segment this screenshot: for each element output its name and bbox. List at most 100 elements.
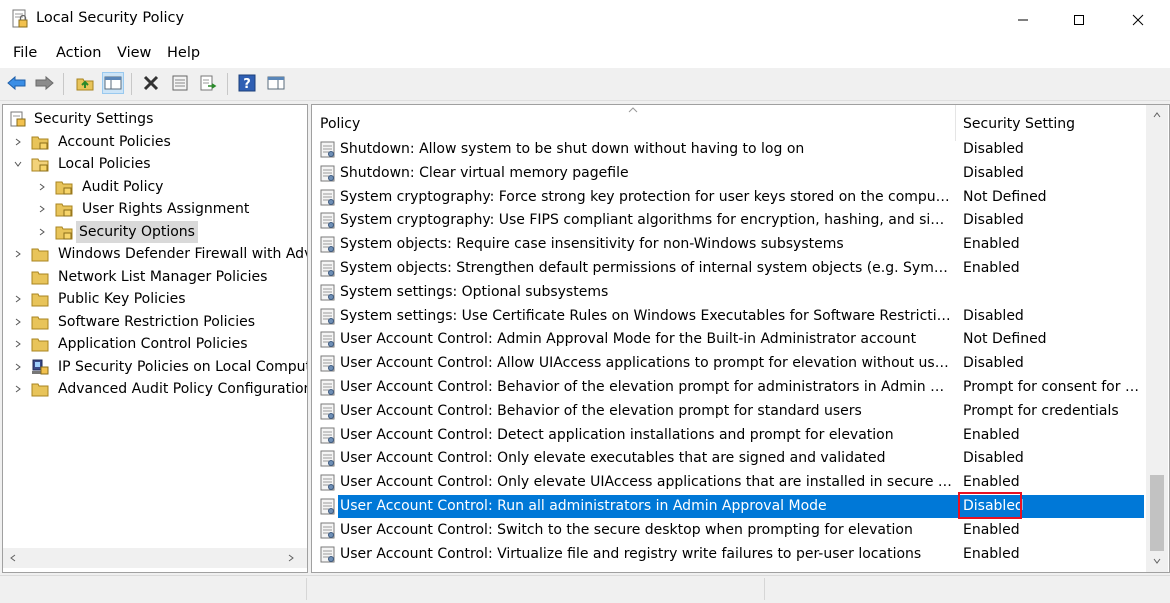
policy-list-view[interactable]: Policy Security Setting Shutdown: Allow …: [311, 104, 1170, 573]
policy-row[interactable]: User Account Control: Only elevate UIAcc…: [312, 471, 1146, 494]
minimize-button[interactable]: [1000, 0, 1046, 40]
policy-setting-icon: [320, 355, 335, 372]
policy-setting-icon: [320, 189, 335, 206]
policy-row[interactable]: System cryptography: Use FIPS compliant …: [312, 209, 1146, 232]
scroll-left-icon[interactable]: [9, 554, 17, 562]
folder-icon: [31, 293, 49, 307]
close-button[interactable]: [1115, 0, 1161, 40]
expand-chevron-icon[interactable]: [36, 221, 48, 243]
show-hide-console-tree-button[interactable]: [102, 72, 124, 94]
menu-file[interactable]: File: [13, 45, 37, 61]
policy-setting-icon: [320, 546, 335, 563]
expand-chevron-icon[interactable]: [12, 333, 24, 355]
security-policy-app-icon: [12, 9, 28, 28]
expand-chevron-icon[interactable]: [12, 131, 24, 153]
status-bar: [0, 575, 1170, 603]
back-arrow-icon: [7, 75, 26, 91]
scroll-right-icon[interactable]: [287, 554, 295, 562]
policy-row[interactable]: User Account Control: Only elevate execu…: [312, 447, 1146, 470]
menu-view[interactable]: View: [117, 45, 151, 61]
tree-label: Network List Manager Policies: [58, 269, 268, 285]
tree-label: Audit Policy: [82, 179, 164, 195]
maximize-button[interactable]: [1056, 0, 1102, 40]
list-vertical-scrollbar[interactable]: [1146, 105, 1168, 572]
expand-chevron-icon[interactable]: [36, 198, 48, 220]
show-hide-action-pane-button[interactable]: [265, 72, 287, 94]
policy-name: System objects: Require case insensitivi…: [340, 236, 844, 253]
show-hide-tree-icon: [104, 76, 122, 90]
tree-label: Windows Defender Firewall with Advar: [58, 246, 308, 262]
policy-row[interactable]: System settings: Use Certificate Rules o…: [312, 305, 1146, 328]
console-tree[interactable]: Security Settings Account Policies Local…: [2, 104, 308, 573]
expand-chevron-icon[interactable]: [12, 288, 24, 310]
properties-button[interactable]: [169, 72, 191, 94]
policy-name: System settings: Use Certificate Rules o…: [340, 307, 952, 324]
menu-help[interactable]: Help: [167, 45, 200, 61]
policy-name: System cryptography: Force strong key pr…: [340, 188, 952, 205]
policy-name: User Account Control: Behavior of the el…: [340, 379, 952, 395]
expand-chevron-icon[interactable]: [12, 378, 24, 400]
expand-chevron-icon[interactable]: [36, 176, 48, 198]
show-hide-action-pane-icon: [267, 76, 285, 90]
tree-label: Local Policies: [58, 156, 151, 172]
up-one-level-button[interactable]: [74, 72, 96, 94]
tree-horizontal-scrollbar[interactable]: [3, 548, 307, 568]
policy-security-setting: Enabled: [963, 236, 1020, 253]
policy-row[interactable]: User Account Control: Allow UIAccess app…: [312, 352, 1146, 375]
forward-button[interactable]: [33, 72, 55, 94]
status-divider: [306, 578, 307, 600]
scrollbar-thumb[interactable]: [1150, 475, 1164, 551]
export-list-icon: [200, 75, 217, 91]
policy-setting-icon: [320, 165, 335, 182]
folder-lock-icon: [31, 136, 49, 150]
export-list-button[interactable]: [197, 72, 219, 94]
list-header: Policy Security Setting: [312, 105, 1146, 141]
policy-setting-icon: [320, 474, 335, 491]
policy-row[interactable]: System cryptography: Force strong key pr…: [312, 186, 1146, 209]
policy-row[interactable]: User Account Control: Admin Approval Mod…: [312, 328, 1146, 351]
collapse-chevron-icon[interactable]: [12, 153, 24, 175]
policy-security-setting: Disabled: [963, 164, 1024, 181]
folder-lock-icon: [55, 226, 73, 240]
policy-row[interactable]: User Account Control: Behavior of the el…: [312, 376, 1146, 399]
policy-row[interactable]: User Account Control: Virtualize file an…: [312, 543, 1146, 566]
help-button[interactable]: ?: [236, 72, 258, 94]
maximize-icon: [1074, 15, 1084, 25]
expand-chevron-icon[interactable]: [12, 356, 24, 378]
toolbar: ?: [0, 68, 1170, 101]
column-header-security-setting[interactable]: Security Setting: [955, 105, 1143, 141]
expand-chevron-icon[interactable]: [12, 243, 24, 265]
back-button[interactable]: [6, 72, 28, 94]
scroll-down-icon[interactable]: [1153, 557, 1161, 565]
properties-icon: [172, 75, 188, 91]
menu-bar: File Action View Help: [0, 40, 1170, 68]
policy-row[interactable]: Shutdown: Allow system to be shut down w…: [312, 138, 1146, 161]
policy-row-selected[interactable]: User Account Control: Run all administra…: [312, 492, 1146, 519]
scroll-up-icon[interactable]: [1153, 111, 1161, 119]
annotation-highlight-box: [958, 492, 1022, 519]
policy-security-setting: Disabled: [963, 212, 1024, 229]
policy-security-setting: Enabled: [963, 474, 1020, 491]
policy-row[interactable]: Shutdown: Clear virtual memory pagefile D…: [312, 162, 1146, 185]
policy-setting-icon: [320, 450, 335, 467]
column-header-policy[interactable]: Policy: [312, 105, 956, 141]
delete-button[interactable]: [140, 72, 162, 94]
ip-security-computer-icon: [32, 359, 49, 375]
policy-row[interactable]: User Account Control: Behavior of the el…: [312, 400, 1146, 423]
menu-action[interactable]: Action: [56, 45, 101, 61]
policy-row[interactable]: System settings: Optional subsystems: [312, 281, 1146, 304]
policy-row[interactable]: User Account Control: Switch to the secu…: [312, 519, 1146, 542]
policy-row[interactable]: User Account Control: Detect application…: [312, 424, 1146, 447]
policy-name: Shutdown: Clear virtual memory pagefile: [340, 164, 629, 181]
policy-row[interactable]: System objects: Require case insensitivi…: [312, 233, 1146, 256]
policy-name: User Account Control: Detect application…: [340, 426, 894, 443]
expand-chevron-icon[interactable]: [12, 311, 24, 333]
folder-icon: [31, 248, 49, 262]
delete-icon: [143, 75, 159, 91]
policy-setting-icon: [320, 260, 335, 277]
policy-name: User Account Control: Allow UIAccess app…: [340, 355, 952, 372]
policy-row[interactable]: System objects: Strengthen default permi…: [312, 257, 1146, 280]
policy-setting-icon: [320, 522, 335, 539]
policy-name: System cryptography: Use FIPS compliant …: [340, 212, 952, 229]
folder-lock-icon: [55, 181, 73, 195]
